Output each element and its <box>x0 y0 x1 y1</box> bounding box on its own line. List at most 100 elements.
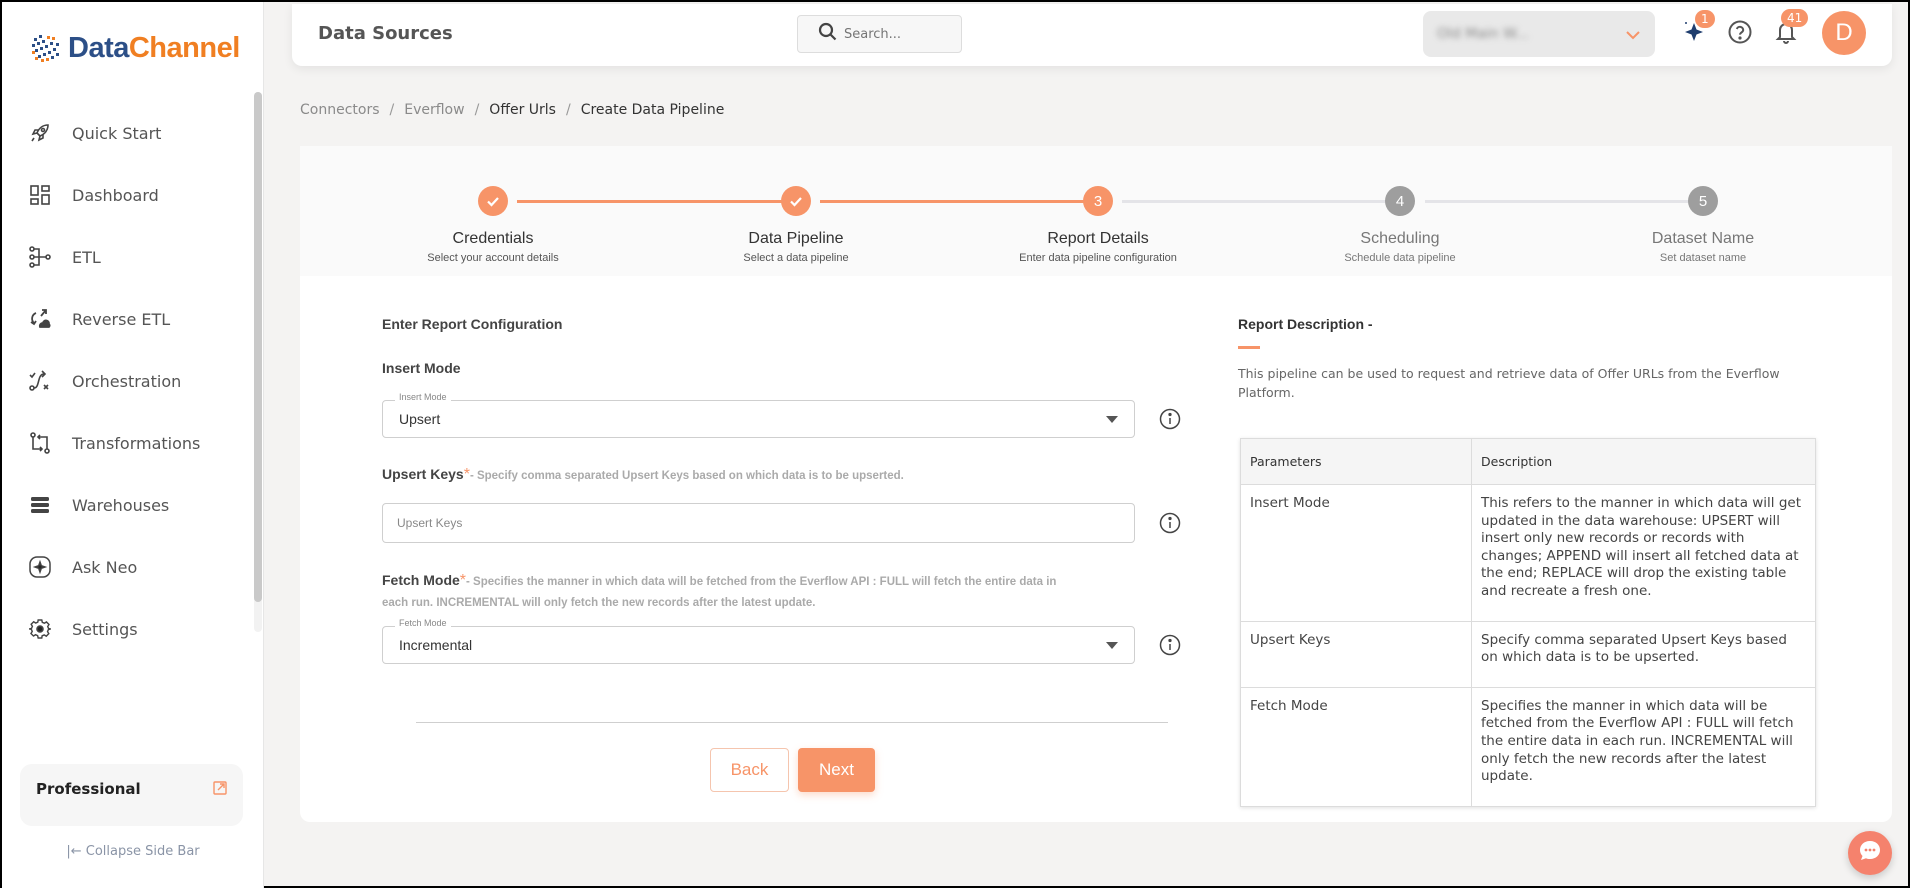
breadcrumb-separator: / <box>565 102 571 118</box>
sidebar-item-label: Reverse ETL <box>72 309 171 329</box>
collapse-arrow-icon: |← <box>66 844 82 859</box>
insert-mode-label: Insert Mode <box>382 360 461 376</box>
orchestration-icon <box>26 367 54 395</box>
step-title: Data Pipeline <box>748 230 844 247</box>
step-title: Credentials <box>452 230 534 247</box>
sidebar-scrollbar[interactable] <box>254 92 262 632</box>
insert-mode-select[interactable]: Insert Mode Upsert <box>382 392 1135 438</box>
sidebar-item-etl[interactable]: ETL <box>26 226 246 288</box>
transformations-icon <box>26 429 54 457</box>
external-link-icon[interactable] <box>213 780 227 810</box>
step-number: 5 <box>1688 186 1718 216</box>
step-scheduling: 4 Scheduling Schedule data pipeline <box>1300 186 1500 264</box>
chat-button[interactable] <box>1848 831 1892 875</box>
sidebar-item-label: ETL <box>72 247 101 267</box>
sidebar-item-reverse-etl[interactable]: Reverse ETL <box>26 288 246 350</box>
sidebar-item-warehouses[interactable]: Warehouses <box>26 474 246 536</box>
help-button[interactable] <box>1724 18 1756 50</box>
rocket-icon <box>26 119 54 147</box>
info-icon[interactable] <box>1159 408 1181 430</box>
workspace-selector[interactable]: Old Main W... <box>1423 11 1655 57</box>
notifications-button[interactable]: 41 <box>1770 9 1809 50</box>
sidebar-item-dashboard[interactable]: Dashboard <box>26 164 246 226</box>
insert-mode-value: Upsert <box>399 411 441 427</box>
sidebar-scroll-thumb[interactable] <box>254 92 262 602</box>
parameter-description: Specify comma separated Upsert Keys base… <box>1471 620 1816 688</box>
breadcrumb-separator: / <box>474 102 480 118</box>
description-title: Report Description - <box>1238 316 1373 332</box>
table-header-row: Parameters Description <box>1240 438 1816 485</box>
fetch-mode-label: Fetch Mode <box>382 572 460 588</box>
top-bar: Data Sources Old Main W... 1 41 D <box>292 4 1892 66</box>
user-avatar[interactable]: D <box>1822 11 1866 55</box>
check-icon <box>781 186 811 216</box>
info-icon[interactable] <box>1159 634 1181 656</box>
sidebar-item-orchestration[interactable]: Orchestration <box>26 350 246 412</box>
plan-name: Professional <box>36 780 141 798</box>
upsert-keys-input[interactable] <box>382 503 1135 543</box>
breadcrumb-everflow[interactable]: Everflow <box>404 102 464 118</box>
plan-card[interactable]: Professional <box>20 764 243 826</box>
step-credentials[interactable]: Credentials Select your account details <box>393 186 593 264</box>
step-title: Report Details <box>1047 230 1149 247</box>
breadcrumb-current: Create Data Pipeline <box>580 102 725 118</box>
breadcrumb-offer-urls[interactable]: Offer Urls <box>489 102 556 118</box>
next-button[interactable]: Next <box>798 748 875 792</box>
step-subtitle: Select a data pipeline <box>743 252 849 264</box>
parameter-description: Specifies the manner in which data will … <box>1471 686 1816 807</box>
step-number: 3 <box>1083 186 1113 216</box>
chat-bubble-icon <box>1856 837 1884 869</box>
info-icon[interactable] <box>1159 512 1181 534</box>
fetch-mode-hint: - Specifies the manner in which data wil… <box>382 576 1057 609</box>
upsert-keys-label: Upsert Keys <box>382 466 464 482</box>
sidebar-item-label: Ask Neo <box>72 557 138 577</box>
sidebar-item-label: Dashboard <box>72 185 159 205</box>
table-row: Fetch Mode Specifies the manner in which… <box>1240 686 1816 807</box>
parameter-name: Upsert Keys <box>1240 620 1472 688</box>
workspace-name: Old Main W... <box>1437 26 1529 42</box>
sidebar-item-settings[interactable]: Settings <box>26 598 246 660</box>
step-title: Dataset Name <box>1651 230 1755 247</box>
gear-icon <box>26 615 54 643</box>
table-row: Insert Mode This refers to the manner in… <box>1240 484 1816 622</box>
fetch-mode-select[interactable]: Fetch Mode Incremental <box>382 618 1135 664</box>
step-report-details[interactable]: 3 Report Details Enter data pipeline con… <box>998 186 1198 264</box>
check-icon <box>478 186 508 216</box>
insert-mode-floating-label: Insert Mode <box>395 392 451 402</box>
report-description: Report Description - This pipeline can b… <box>1238 316 1816 807</box>
page-title: Data Sources <box>318 23 453 44</box>
title-accent-bar <box>1238 346 1260 349</box>
column-header: Description <box>1471 438 1816 485</box>
datachannel-logo-icon <box>32 35 59 62</box>
logo[interactable]: DataChannel <box>28 30 240 66</box>
sidebar-nav: Quick Start Dashboard ETL Reverse ETL Or… <box>26 102 246 660</box>
ai-badge: 1 <box>1695 10 1715 28</box>
description-body: This pipeline can be used to request and… <box>1238 366 1780 400</box>
search-input[interactable] <box>844 26 954 42</box>
step-data-pipeline[interactable]: Data Pipeline Select a data pipeline <box>696 186 896 264</box>
breadcrumb-connectors[interactable]: Connectors <box>300 102 380 118</box>
sidebar-item-transformations[interactable]: Transformations <box>26 412 246 474</box>
sidebar-item-label: Warehouses <box>72 495 170 515</box>
ai-assistant-button[interactable]: 1 <box>1678 10 1715 50</box>
collapse-sidebar-button[interactable]: |← Collapse Side Bar <box>2 844 264 859</box>
parameter-name: Insert Mode <box>1240 484 1472 622</box>
fetch-mode-value: Incremental <box>399 637 473 653</box>
dropdown-arrow-icon <box>1106 641 1118 649</box>
form-divider <box>416 722 1168 723</box>
sidebar-item-ask-neo[interactable]: Ask Neo <box>26 536 246 598</box>
sidebar-item-quick-start[interactable]: Quick Start <box>26 102 246 164</box>
breadcrumb: Connectors / Everflow / Offer Urls / Cre… <box>300 102 724 118</box>
etl-icon <box>26 243 54 271</box>
upsert-keys-label-row: Upsert Keys*- Specify comma separated Up… <box>382 466 1182 484</box>
reverse-etl-icon <box>26 305 54 333</box>
upsert-keys-hint: - Specify comma separated Upsert Keys ba… <box>469 470 904 482</box>
step-subtitle: Enter data pipeline configuration <box>1019 252 1177 264</box>
search-box[interactable] <box>797 15 962 53</box>
collapse-label: Collapse Side Bar <box>85 844 200 859</box>
back-button[interactable]: Back <box>710 748 789 792</box>
sidebar: DataChannel Quick Start Dashboard ETL Re… <box>2 2 264 888</box>
fetch-mode-label-row: Fetch Mode*- Specifies the manner in whi… <box>382 570 1082 613</box>
dashboard-icon <box>26 181 54 209</box>
parameter-description: This refers to the manner in which data … <box>1471 484 1816 622</box>
